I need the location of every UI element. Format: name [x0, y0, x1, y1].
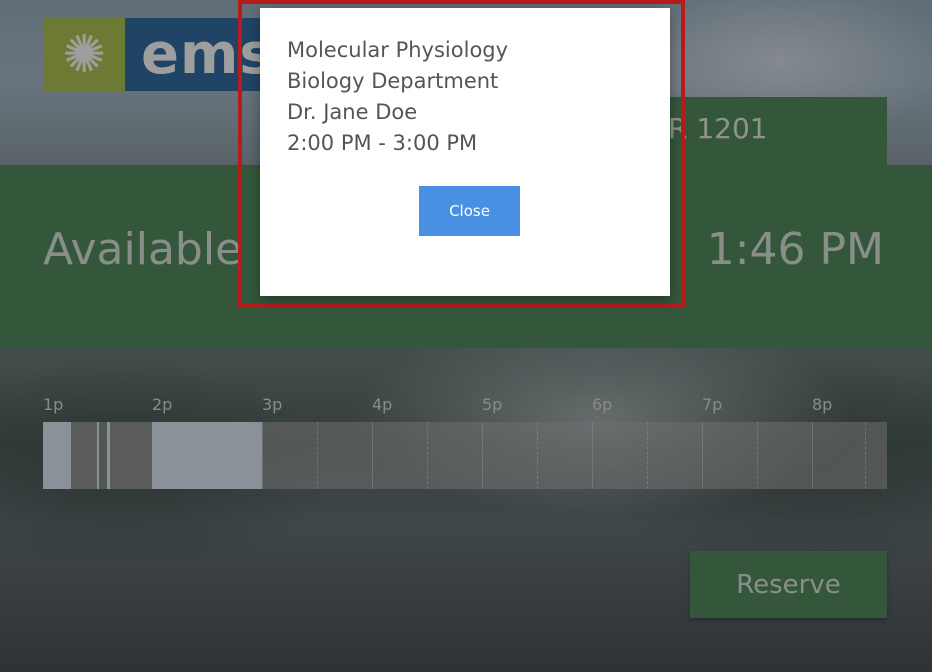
event-title: Molecular Physiology [287, 38, 509, 62]
event-time-range: 2:00 PM - 3:00 PM [287, 131, 478, 155]
event-host: Dr. Jane Doe [287, 100, 418, 124]
event-details-modal: Molecular Physiology Biology Department … [260, 8, 670, 296]
event-department: Biology Department [287, 69, 499, 93]
close-button[interactable]: Close [419, 186, 520, 236]
